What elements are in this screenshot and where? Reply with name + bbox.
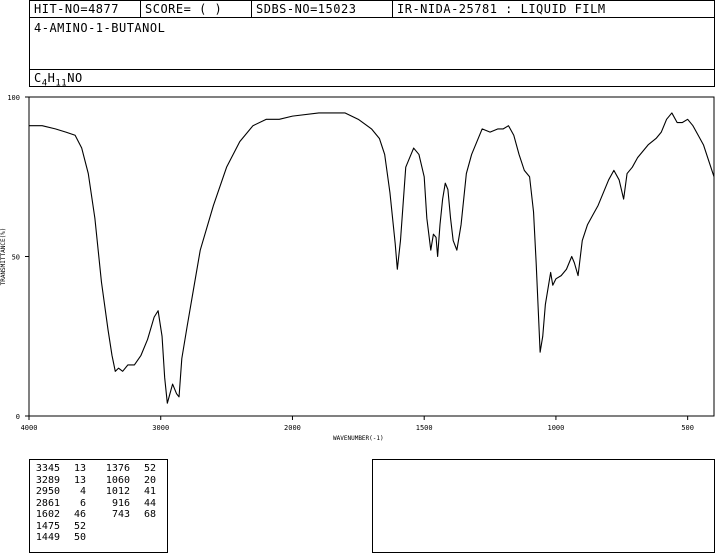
score: SCORE= ( ) bbox=[145, 2, 223, 16]
plot-frame bbox=[28, 96, 715, 417]
peak-row: 1475 52 bbox=[34, 521, 86, 533]
peak-wavenumber: 1449 bbox=[35, 532, 60, 543]
peak-wavenumber: 916 bbox=[111, 497, 130, 509]
y-tick-label: 100 bbox=[7, 94, 20, 102]
spectrum-line bbox=[29, 112, 715, 404]
ir-spectrum-chart: 4000 3000 2000 1500 1000 500 0 50 100 WAVENUMBER(… bbox=[0, 94, 715, 442]
peak-wavenumber: 1060 bbox=[105, 474, 130, 486]
y-axis-label: TRANSMITTANCE(%) bbox=[0, 228, 7, 286]
y-tick-label: 0 bbox=[16, 413, 20, 421]
peak-table: 3345 13 3289 13 2950 4 2861 6 1602 46 1475 52 1449 50… bbox=[29, 459, 168, 553]
peak-row: 2861 6 bbox=[34, 498, 86, 510]
peak-wavenumber: 1376 bbox=[105, 463, 130, 474]
peak-transmittance: 20 bbox=[143, 474, 156, 486]
peak-transmittance: 13 bbox=[73, 463, 86, 474]
x-tick-label: 4000 bbox=[21, 424, 38, 432]
y-tick-label: 50 bbox=[12, 254, 20, 262]
x-tick-label: 1500 bbox=[416, 424, 433, 432]
compound-name: 4-AMINO-1-BUTANOL bbox=[34, 21, 166, 35]
peak-row: 1449 50 bbox=[34, 532, 86, 544]
peak-row: 743 68 bbox=[104, 509, 156, 521]
formula-element: C bbox=[34, 71, 42, 85]
molecular-formula: C4H11NO bbox=[34, 71, 83, 88]
structure-box bbox=[372, 459, 715, 553]
x-tick-label: 3000 bbox=[152, 424, 169, 432]
peak-row: 1602 46 bbox=[34, 509, 86, 521]
peak-wavenumber: 3289 bbox=[35, 474, 60, 486]
peak-row: 1012 41 bbox=[104, 486, 156, 498]
compound-name-box: 4-AMINO-1-BUTANOL bbox=[29, 17, 715, 70]
peak-transmittance: 4 bbox=[79, 486, 86, 497]
peak-transmittance: 52 bbox=[143, 463, 156, 474]
peak-transmittance: 6 bbox=[79, 497, 86, 509]
peak-wavenumber: 1012 bbox=[105, 486, 130, 497]
peak-column: 1376 52 1060 20 1012 41 916 44 743 68 bbox=[104, 463, 156, 521]
x-tick-label: 1000 bbox=[547, 424, 564, 432]
peak-wavenumber: 743 bbox=[111, 509, 130, 520]
peak-transmittance: 52 bbox=[73, 520, 86, 532]
peak-row: 1376 52 bbox=[104, 463, 156, 475]
formula-box: C4H11NO bbox=[29, 69, 715, 88]
peak-wavenumber: 1475 bbox=[35, 520, 60, 532]
sdbs-number: SDBS-NO=15023 bbox=[256, 2, 357, 16]
peak-row: 3345 13 bbox=[34, 463, 86, 475]
peak-transmittance: 41 bbox=[143, 486, 156, 497]
peak-wavenumber: 2950 bbox=[35, 486, 60, 497]
peak-wavenumber: 3345 bbox=[35, 463, 60, 474]
peak-transmittance: 68 bbox=[143, 509, 156, 520]
formula-element: NO bbox=[67, 71, 83, 85]
x-axis-label: WAVENUMBER(-1) bbox=[333, 435, 384, 442]
peak-row: 2950 4 bbox=[34, 486, 86, 498]
x-tick-label: 2000 bbox=[284, 424, 301, 432]
peak-transmittance: 46 bbox=[73, 509, 86, 520]
peak-wavenumber: 2861 bbox=[35, 497, 60, 509]
peak-wavenumber: 1602 bbox=[35, 509, 60, 520]
hit-number: HIT-NO=4877 bbox=[34, 2, 119, 16]
ir-info: IR-NIDA-25781 : LIQUID FILM bbox=[397, 2, 606, 16]
peak-transmittance: 50 bbox=[73, 532, 86, 543]
peak-transmittance: 44 bbox=[143, 497, 156, 509]
peak-transmittance: 13 bbox=[73, 474, 86, 486]
x-tick-label: 500 bbox=[681, 424, 694, 432]
peak-row: 3289 13 bbox=[34, 475, 86, 487]
header-bar: HIT-NO=4877 SCORE= ( ) SDBS-NO=15023 IR-… bbox=[29, 0, 715, 18]
peak-row: 1060 20 bbox=[104, 475, 156, 487]
peak-column: 3345 13 3289 13 2950 4 2861 6 1602 46 1475 52 1449 50 bbox=[34, 463, 86, 544]
peak-row: 916 44 bbox=[104, 498, 156, 510]
